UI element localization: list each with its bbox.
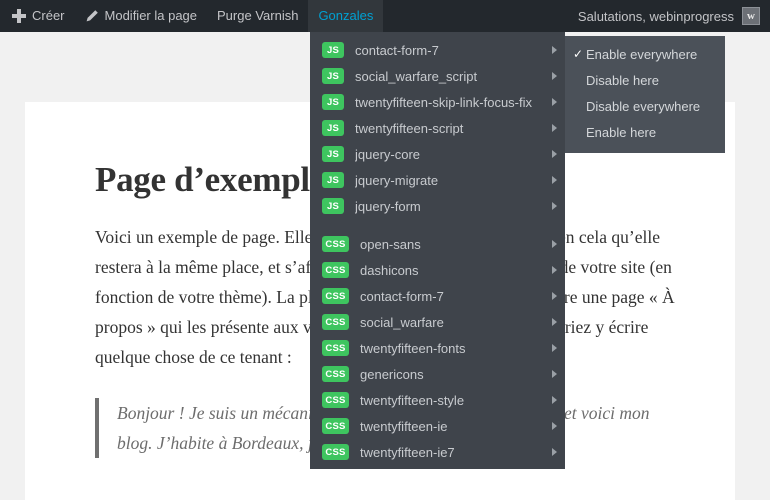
submenu-item-label: Enable here: [586, 124, 657, 140]
menu-item-twentyfifteen-style[interactable]: CSS twentyfifteen-style: [310, 387, 565, 413]
gonzales-dropdown-menu: JS contact-form-7 JS social_warfare_script J…: [310, 32, 565, 469]
admin-bar-item-label: Purge Varnish: [217, 8, 299, 23]
menu-item-label: dashicons: [360, 262, 419, 278]
avatar: w: [742, 7, 760, 25]
submenu-item-label: Enable everywhere: [586, 46, 698, 62]
js-badge-icon: JS: [322, 94, 344, 110]
menu-item-label: social_warfare: [360, 314, 444, 330]
menu-item-twentyfifteen-script[interactable]: JS twentyfifteen-script: [310, 115, 565, 141]
menu-item-label: jquery-core: [355, 146, 421, 162]
css-badge-icon: CSS: [322, 288, 349, 304]
menu-item-contact-form-7[interactable]: JS contact-form-7: [310, 37, 565, 63]
menu-item-social_warfare[interactable]: CSS social_warfare: [310, 309, 565, 335]
pencil-icon: [85, 9, 99, 23]
wordpress-admin-bar: Créer Modifier la page Purge Varnish Gon…: [0, 0, 770, 32]
plus-icon: [12, 9, 26, 23]
menu-item-label: social_warfare_script: [355, 68, 478, 84]
chevron-right-icon: [552, 176, 557, 184]
css-badge-icon: CSS: [322, 262, 349, 278]
chevron-right-icon: [552, 396, 557, 404]
menu-item-label: twentyfifteen-script: [355, 120, 464, 136]
chevron-right-icon: [552, 266, 557, 274]
submenu-item-enable-here[interactable]: Enable here: [565, 119, 725, 145]
gonzales-submenu: ✓ Enable everywhere Disable here Disable ev…: [565, 36, 725, 153]
menu-item-twentyfifteen-ie7[interactable]: CSS twentyfifteen-ie7: [310, 439, 565, 465]
chevron-right-icon: [552, 422, 557, 430]
submenu-item-disable-everywhere[interactable]: Disable everywhere: [565, 93, 725, 119]
menu-item-jquery-core[interactable]: JS jquery-core: [310, 141, 565, 167]
menu-item-label: contact-form-7: [355, 42, 439, 58]
admin-bar-spacer: [383, 0, 568, 32]
menu-item-twentyfifteen-fonts[interactable]: CSS twentyfifteen-fonts: [310, 335, 565, 361]
admin-bar-item-creer[interactable]: Créer: [0, 0, 75, 32]
menu-item-label: open-sans: [360, 236, 421, 252]
css-badge-icon: CSS: [322, 392, 349, 408]
admin-bar-item-label: Gonzales: [318, 8, 374, 23]
menu-item-contact-form-7[interactable]: CSS contact-form-7: [310, 283, 565, 309]
submenu-item-label: Disable here: [586, 72, 659, 88]
chevron-right-icon: [552, 370, 557, 378]
js-badge-icon: JS: [322, 172, 344, 188]
chevron-right-icon: [552, 202, 557, 210]
menu-item-label: jquery-form: [355, 198, 421, 214]
js-badge-icon: JS: [322, 146, 344, 162]
submenu-item-disable-here[interactable]: Disable here: [565, 67, 725, 93]
admin-bar-item-gonzales[interactable]: Gonzales: [308, 0, 384, 32]
menu-item-label: twentyfifteen-ie: [360, 418, 448, 434]
menu-item-label: twentyfifteen-fonts: [360, 340, 466, 356]
chevron-right-icon: [552, 124, 557, 132]
admin-bar-item-label: Modifier la page: [104, 8, 198, 23]
menu-item-social_warfare_script[interactable]: JS social_warfare_script: [310, 63, 565, 89]
chevron-right-icon: [552, 98, 557, 106]
chevron-right-icon: [552, 150, 557, 158]
menu-item-twentyfifteen-skip-link-focus-fix[interactable]: JS twentyfifteen-skip-link-focus-fix: [310, 89, 565, 115]
chevron-right-icon: [552, 240, 557, 248]
menu-item-jquery-migrate[interactable]: JS jquery-migrate: [310, 167, 565, 193]
menu-item-genericons[interactable]: CSS genericons: [310, 361, 565, 387]
admin-bar-item-purge-varnish[interactable]: Purge Varnish: [207, 0, 308, 32]
chevron-right-icon: [552, 46, 557, 54]
js-badge-icon: JS: [322, 68, 344, 84]
menu-item-open-sans[interactable]: CSS open-sans: [310, 231, 565, 257]
menu-group-separator: [310, 219, 565, 231]
css-badge-icon: CSS: [322, 314, 349, 330]
css-badge-icon: CSS: [322, 340, 349, 356]
chevron-right-icon: [552, 318, 557, 326]
chevron-right-icon: [552, 72, 557, 80]
menu-item-label: jquery-migrate: [355, 172, 439, 188]
chevron-right-icon: [552, 344, 557, 352]
chevron-right-icon: [552, 448, 557, 456]
css-badge-icon: CSS: [322, 366, 349, 382]
menu-item-label: contact-form-7: [360, 288, 444, 304]
js-badge-icon: JS: [322, 120, 344, 136]
admin-bar-item-modifier-la-page[interactable]: Modifier la page: [75, 0, 208, 32]
chevron-right-icon: [552, 292, 557, 300]
css-badge-icon: CSS: [322, 444, 349, 460]
menu-item-label: genericons: [360, 366, 424, 382]
submenu-item-enable-everywhere[interactable]: ✓ Enable everywhere: [565, 41, 725, 67]
menu-item-label: twentyfifteen-skip-link-focus-fix: [355, 94, 532, 110]
menu-item-dashicons[interactable]: CSS dashicons: [310, 257, 565, 283]
checkmark-icon: ✓: [573, 47, 584, 61]
css-badge-icon: CSS: [322, 236, 349, 252]
menu-item-label: twentyfifteen-style: [360, 392, 465, 408]
css-badge-icon: CSS: [322, 418, 349, 434]
js-badge-icon: JS: [322, 42, 344, 58]
menu-item-jquery-form[interactable]: JS jquery-form: [310, 193, 565, 219]
admin-bar-account[interactable]: Salutations, webinprogress w: [568, 0, 770, 32]
submenu-item-label: Disable everywhere: [586, 98, 701, 114]
js-badge-icon: JS: [322, 198, 344, 214]
menu-item-twentyfifteen-ie[interactable]: CSS twentyfifteen-ie: [310, 413, 565, 439]
menu-item-label: twentyfifteen-ie7: [360, 444, 455, 460]
admin-bar-greeting: Salutations, webinprogress: [577, 8, 734, 24]
admin-bar-item-label: Créer: [32, 8, 65, 23]
